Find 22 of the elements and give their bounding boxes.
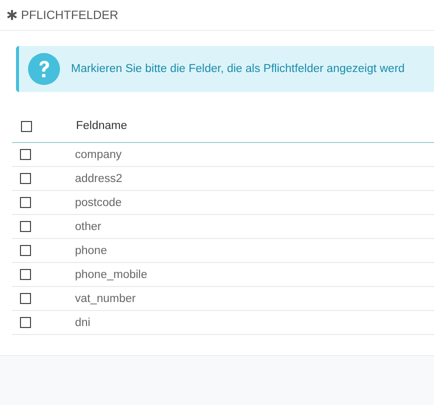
checkbox[interactable] <box>20 245 31 256</box>
checkbox[interactable] <box>20 293 31 304</box>
checkbox[interactable] <box>20 173 31 184</box>
alert-text: Markieren Sie bitte die Felder, die als Pflichtfelder angezeigt werd <box>71 63 405 75</box>
table-cell: other <box>75 220 102 232</box>
checkbox[interactable] <box>20 149 31 160</box>
column-header: Feldname <box>76 120 128 132</box>
table-cell: postcode <box>75 196 122 208</box>
question-icon <box>28 53 60 85</box>
table-cell: company <box>75 148 122 160</box>
panel-title: PFLICHTFELDER <box>21 8 118 22</box>
table-cell: phone_mobile <box>75 268 148 280</box>
asterisk-icon <box>7 10 17 20</box>
table-cell: dni <box>75 316 90 328</box>
checkbox[interactable] <box>20 221 31 232</box>
table-cell: vat_number <box>75 292 136 304</box>
checkbox[interactable] <box>20 269 31 280</box>
table-cell: address2 <box>75 172 122 184</box>
checkbox[interactable] <box>21 120 32 132</box>
table-cell: phone <box>75 244 107 256</box>
checkbox[interactable] <box>20 197 31 208</box>
checkbox[interactable] <box>20 317 31 328</box>
